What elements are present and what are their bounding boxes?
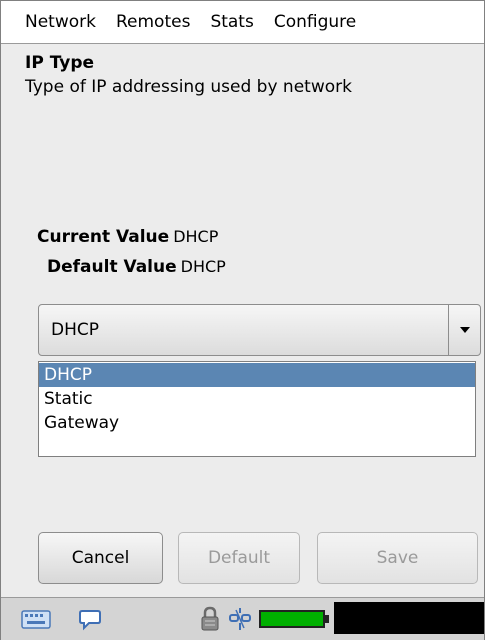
ip-type-option-list: DHCP Static Gateway (38, 361, 476, 457)
parameter-title: IP Type (25, 53, 95, 73)
lock-icon (201, 606, 219, 631)
parameter-description: Type of IP addressing used by network (25, 77, 352, 97)
current-value-row: Current Value DHCP (37, 227, 218, 247)
app-window: Network Remotes Stats Configure IP Type … (0, 0, 485, 640)
select-current-value: DHCP (51, 320, 99, 340)
save-button[interactable]: Save (317, 532, 478, 584)
cancel-button[interactable]: Cancel (38, 532, 163, 584)
option-dhcp[interactable]: DHCP (39, 363, 475, 387)
ip-type-select[interactable]: DHCP (38, 304, 481, 356)
default-value-label: Default Value (47, 257, 177, 277)
status-area-dark (334, 602, 484, 634)
menu-bar: Network Remotes Stats Configure (1, 1, 484, 44)
network-link-icon (229, 608, 251, 630)
option-gateway[interactable]: Gateway (39, 411, 475, 435)
chat-bubble-icon[interactable] (78, 607, 102, 631)
default-button[interactable]: Default (178, 532, 300, 584)
default-value: DHCP (180, 257, 226, 276)
chevron-down-icon (459, 327, 470, 333)
menu-network[interactable]: Network (1, 12, 106, 32)
current-value-label: Current Value (37, 227, 170, 247)
option-static[interactable]: Static (39, 387, 475, 411)
menu-stats[interactable]: Stats (200, 12, 263, 32)
default-value-row: Default Value DHCP (47, 257, 226, 277)
dropdown-button[interactable] (448, 305, 480, 355)
battery-icon (259, 610, 329, 628)
keyboard-icon[interactable] (21, 608, 51, 630)
menu-configure[interactable]: Configure (264, 12, 366, 32)
current-value: DHCP (173, 227, 219, 246)
menu-remotes[interactable]: Remotes (106, 12, 200, 32)
